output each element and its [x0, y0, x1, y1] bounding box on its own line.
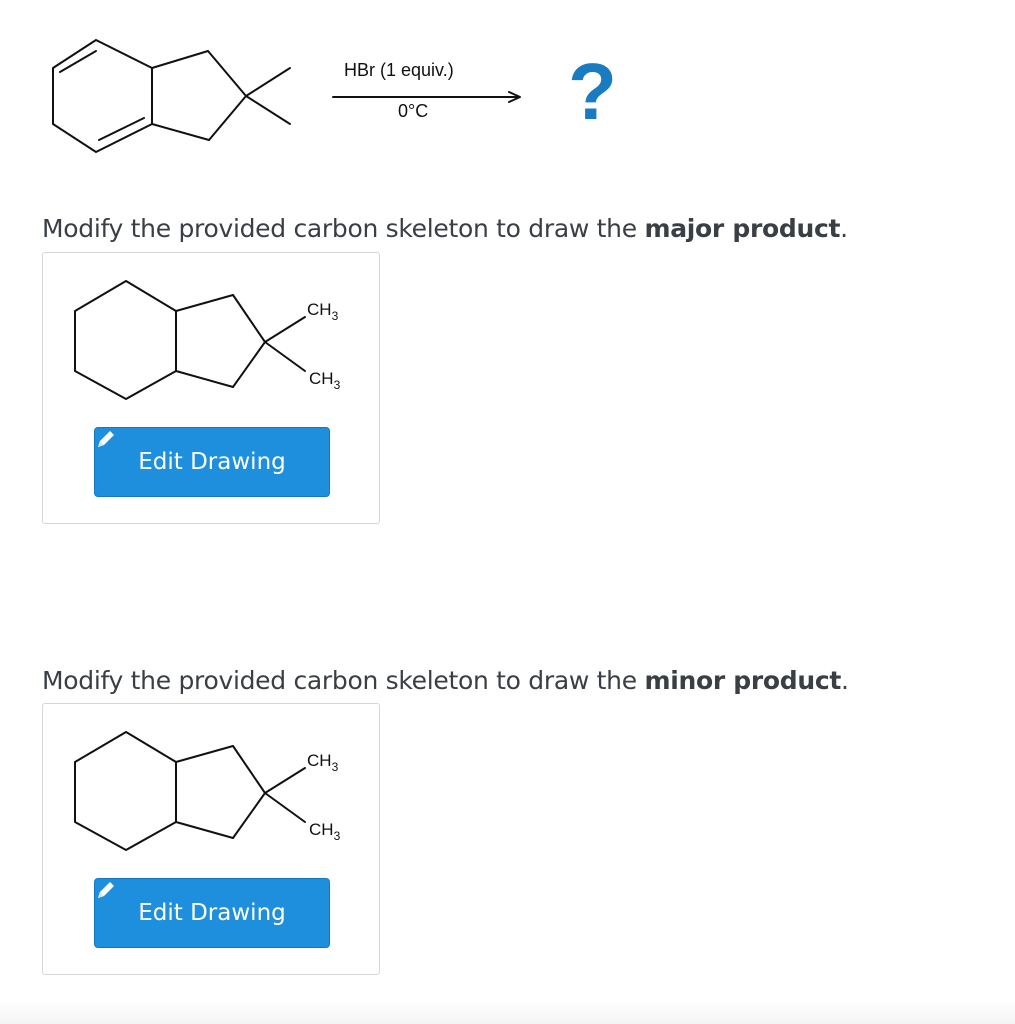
major-product-drawing-panel: CH3 CH3 Edit Drawing [42, 252, 380, 524]
edit-drawing-label: Edit Drawing [138, 900, 286, 926]
minor-product-prompt: Modify the provided carbon skeleton to d… [42, 666, 849, 695]
edit-drawing-label: Edit Drawing [138, 449, 286, 475]
condition-label: 0°C [398, 101, 429, 121]
major-product-prompt: Modify the provided carbon skeleton to d… [42, 214, 848, 243]
methyl-label-top: CH3 [307, 751, 339, 774]
product-question-mark: ? [568, 47, 617, 136]
methyl-label-bottom: CH3 [309, 820, 341, 843]
minor-product-drawing-panel: CH3 CH3 Edit Drawing [42, 703, 380, 975]
reaction-scheme: HBr (1 equiv.) 0°C ? [0, 0, 1015, 180]
pencil-icon [98, 431, 114, 447]
minor-product-skeleton: CH3 CH3 [74, 731, 341, 851]
reagent-label: HBr (1 equiv.) [344, 60, 454, 80]
edit-drawing-button-major[interactable]: Edit Drawing [94, 427, 330, 497]
edit-drawing-button-minor[interactable]: Edit Drawing [94, 878, 330, 948]
pencil-icon [98, 882, 114, 898]
page-bottom-shadow [0, 1000, 1015, 1024]
starting-material-structure [52, 39, 521, 153]
methyl-label-top: CH3 [307, 300, 339, 323]
major-product-skeleton: CH3 CH3 [74, 280, 341, 400]
methyl-label-bottom: CH3 [309, 369, 341, 392]
